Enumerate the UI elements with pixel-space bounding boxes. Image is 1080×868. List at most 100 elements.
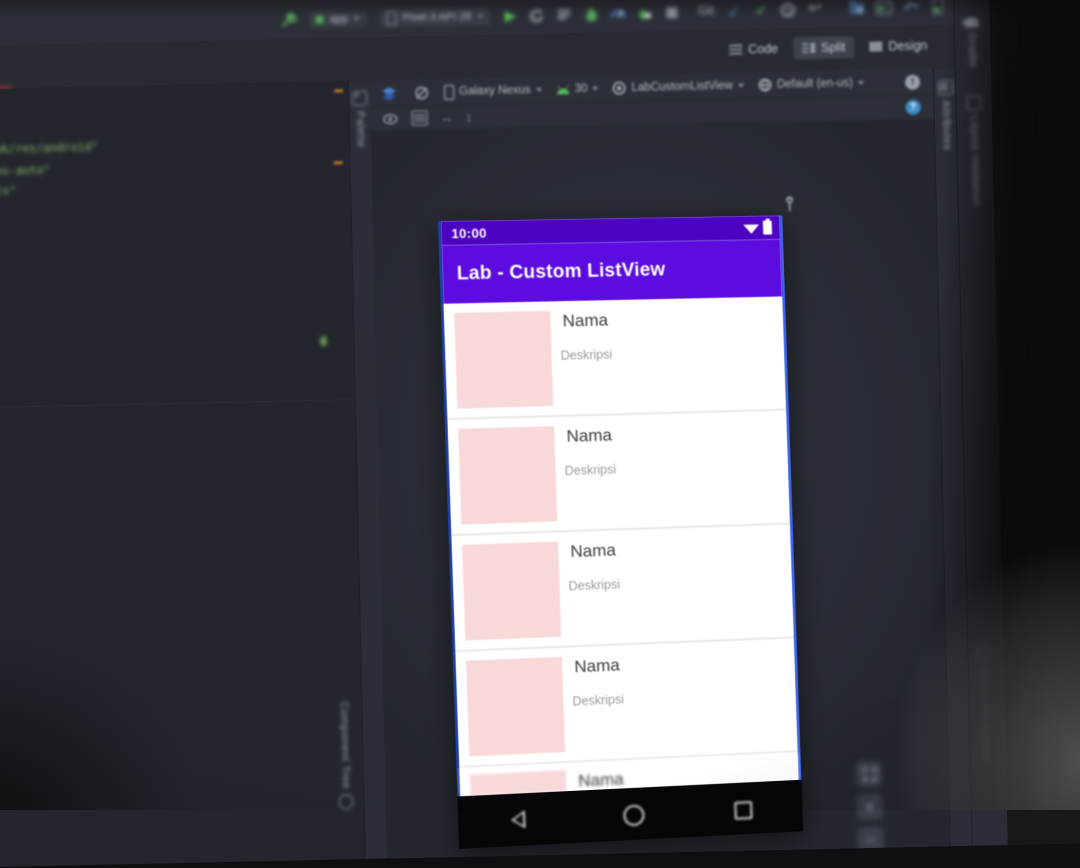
sync-gradle-icon[interactable] bbox=[902, 0, 920, 16]
tool-tab-palette[interactable]: Palette bbox=[352, 90, 368, 149]
apply-changes-icon[interactable] bbox=[528, 6, 546, 24]
tab-code[interactable]: Code bbox=[720, 38, 787, 61]
item-name: Nama bbox=[574, 655, 621, 677]
tab-split[interactable]: Split bbox=[792, 36, 855, 60]
git-label: Git: bbox=[698, 5, 717, 18]
layout-validation-icon bbox=[966, 95, 982, 111]
device-icon bbox=[386, 11, 398, 26]
scrollbar-warning-mark[interactable] bbox=[333, 161, 343, 165]
listview[interactable]: Nama Deskripsi Nama Deskripsi Nama Deskr… bbox=[443, 296, 799, 797]
debug-button[interactable] bbox=[582, 5, 600, 23]
help-icon[interactable]: ? bbox=[905, 99, 921, 115]
zoom-out-button[interactable]: − bbox=[857, 826, 884, 854]
tab-split-label: Split bbox=[820, 40, 846, 55]
theme-icon bbox=[613, 81, 626, 95]
run-configuration-select[interactable]: app bbox=[306, 8, 370, 30]
chevron-down-icon bbox=[737, 83, 744, 88]
item-description: Deskripsi bbox=[568, 577, 621, 594]
code-line: d.com/tools" bbox=[0, 183, 17, 200]
attributes-icon bbox=[938, 79, 954, 96]
item-name: Nama bbox=[562, 310, 609, 331]
palette-icon bbox=[352, 90, 368, 107]
globe-icon bbox=[758, 78, 772, 92]
vertical-resize-icon[interactable]: ↕ bbox=[466, 109, 473, 124]
code-view-icon bbox=[729, 44, 743, 55]
build-wrench-icon[interactable] bbox=[279, 11, 297, 29]
nav-recents-icon[interactable] bbox=[734, 801, 753, 820]
render-warning-icon[interactable]: ! bbox=[904, 74, 921, 90]
stop-button[interactable] bbox=[663, 3, 681, 21]
editor-mode-tabs: Code Split Design bbox=[720, 34, 937, 61]
nav-back-icon[interactable] bbox=[510, 810, 526, 830]
code-editor-pane[interactable]: oid.com/apk/res/android" com/apk/res-aut… bbox=[0, 81, 365, 868]
chevron-down-icon bbox=[592, 86, 599, 91]
chevron-down-icon bbox=[857, 80, 864, 85]
rollback-icon[interactable]: ↩ bbox=[806, 0, 824, 18]
item-image-placeholder bbox=[458, 426, 558, 525]
api-level-label: 30 bbox=[574, 82, 588, 96]
status-time: 10:00 bbox=[451, 224, 487, 241]
tool-tab-layout-validation[interactable]: Layout Validation bbox=[966, 95, 983, 206]
palette-label: Palette bbox=[354, 110, 367, 149]
tool-tab-gradle[interactable]: Gradle bbox=[961, 17, 980, 68]
target-device-select[interactable]: Pixel 3 API 28 bbox=[377, 4, 493, 30]
list-item[interactable]: Nama Deskripsi bbox=[447, 410, 790, 537]
device-label: Pixel 3 API 28 bbox=[402, 10, 472, 24]
tool-tab-device-file-explorer[interactable]: Device File Explorer bbox=[978, 645, 992, 763]
design-pane: Galaxy Nexus 30 LabCustomListView Defaul… bbox=[369, 68, 950, 859]
list-item[interactable]: Nama Deskripsi bbox=[443, 296, 786, 421]
list-item[interactable]: Nama Deskripsi bbox=[451, 524, 794, 653]
tab-design[interactable]: Design bbox=[860, 34, 936, 58]
device-for-preview-select[interactable]: Galaxy Nexus bbox=[443, 82, 542, 100]
code-line: oid.com/apk/res/android" bbox=[0, 139, 99, 158]
component-tree-icon bbox=[338, 793, 354, 810]
profiler-icon[interactable] bbox=[609, 4, 627, 22]
preview-device-label: Galaxy Nexus bbox=[459, 84, 531, 98]
battery-icon bbox=[762, 220, 773, 235]
history-clock-icon[interactable] bbox=[779, 0, 797, 18]
theme-label: LabCustomListView bbox=[631, 79, 734, 94]
view-options-eye-icon[interactable] bbox=[381, 110, 399, 128]
layout-validation-label: Layout Validation bbox=[968, 115, 983, 206]
logcat-terminal-icon[interactable]: ▶ bbox=[875, 0, 893, 17]
theme-select[interactable]: LabCustomListView bbox=[612, 78, 744, 95]
list-item[interactable]: Nama Deskripsi bbox=[455, 638, 798, 769]
design-surface[interactable]: 10:00 Lab - Custom ListView Nama Deskrip… bbox=[370, 119, 950, 859]
gradle-icon bbox=[961, 17, 979, 28]
tool-tab-attributes[interactable]: Attributes bbox=[938, 79, 955, 151]
design-surface-icon[interactable] bbox=[380, 84, 398, 102]
orientation-list-icon[interactable] bbox=[411, 109, 429, 127]
git-commit-icon[interactable]: ✔ bbox=[752, 1, 770, 19]
design-view-icon bbox=[869, 40, 883, 52]
surface-zoom-controls: + − bbox=[855, 760, 884, 854]
scrollbar-warning-mark[interactable] bbox=[334, 89, 344, 93]
phone-icon bbox=[443, 84, 455, 100]
git-update-icon[interactable]: ↙ bbox=[725, 1, 743, 19]
item-description: Deskripsi bbox=[564, 462, 617, 478]
warning-glyph: ! bbox=[910, 76, 915, 88]
run-list-icon[interactable] bbox=[555, 5, 573, 23]
api-version-select[interactable]: 30 bbox=[556, 83, 599, 96]
item-description: Deskripsi bbox=[560, 347, 613, 363]
chevron-down-icon bbox=[353, 16, 360, 21]
device-mirror-icon[interactable] bbox=[929, 0, 947, 15]
app-title: Lab - Custom ListView bbox=[456, 259, 666, 285]
run-config-icon bbox=[315, 15, 324, 24]
nav-home-icon[interactable] bbox=[622, 804, 645, 827]
locale-select[interactable]: Default (en-us) bbox=[758, 76, 864, 92]
tab-design-label: Design bbox=[888, 38, 928, 54]
item-description: Deskripsi bbox=[572, 692, 625, 709]
zoom-to-fit-button[interactable] bbox=[855, 760, 883, 788]
tab-code-label: Code bbox=[747, 41, 779, 57]
horizontal-resize-icon[interactable]: ↔ bbox=[441, 110, 454, 125]
run-button[interactable]: ▶ bbox=[501, 6, 519, 24]
wifi-icon bbox=[743, 222, 759, 234]
attach-debugger-icon[interactable] bbox=[636, 3, 654, 21]
device-file-explorer-icon bbox=[978, 645, 990, 661]
android-icon bbox=[556, 84, 569, 95]
night-mode-off-icon[interactable] bbox=[412, 83, 430, 101]
tool-tab-component-tree[interactable]: Component Tree bbox=[336, 701, 354, 810]
zoom-in-button[interactable]: + bbox=[856, 793, 884, 821]
device-manager-icon[interactable] bbox=[848, 0, 866, 17]
phone-preview[interactable]: 10:00 Lab - Custom ListView Nama Deskrip… bbox=[437, 215, 804, 849]
